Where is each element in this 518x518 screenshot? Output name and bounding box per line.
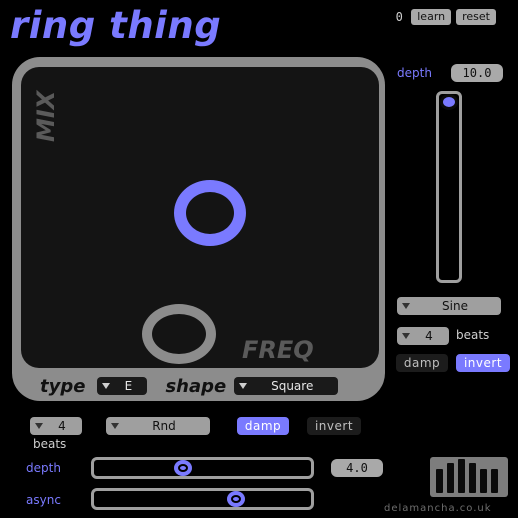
right-invert-toggle[interactable]: invert xyxy=(456,354,510,372)
waveform-dropdown[interactable]: Sine xyxy=(397,297,501,315)
right-damp-toggle[interactable]: damp xyxy=(396,354,448,372)
reset-button[interactable]: reset xyxy=(456,9,496,25)
chevron-down-icon xyxy=(102,383,111,389)
freq-axis-label: FREQ xyxy=(242,336,314,364)
pad-footer: type E shape Square xyxy=(40,375,339,397)
bottom-invert-toggle[interactable]: invert xyxy=(307,417,361,435)
chevron-down-icon xyxy=(35,423,43,429)
bottom-depth-value-box[interactable]: 4.0 xyxy=(331,459,383,477)
credit-text: delamancha.co.uk xyxy=(384,503,492,514)
shape-dropdown[interactable]: Square xyxy=(234,377,339,395)
chevron-down-icon xyxy=(239,383,248,389)
right-depth-value-box[interactable]: 10.0 xyxy=(451,64,503,82)
shape-label: shape xyxy=(165,375,227,397)
bottom-beats-label: beats xyxy=(33,437,67,451)
bottom-depth-label: depth xyxy=(26,461,61,475)
async-label: async xyxy=(26,493,61,507)
chevron-down-icon xyxy=(402,333,410,339)
right-beats-value: 4 xyxy=(425,329,433,343)
bottom-beats-dropdown[interactable]: 4 xyxy=(30,417,82,435)
waveform-dropdown-value: Sine xyxy=(442,299,468,313)
type-dropdown-value: E xyxy=(124,379,133,393)
top-toolbar: 0 learn reset xyxy=(392,9,496,25)
async-slider-knob[interactable] xyxy=(227,491,246,507)
async-slider[interactable] xyxy=(91,488,314,510)
shape-dropdown-value: Square xyxy=(271,379,314,393)
type-label: type xyxy=(40,375,86,397)
bottom-depth-slider[interactable] xyxy=(91,457,314,479)
ring-handle-secondary[interactable] xyxy=(142,304,216,364)
chevron-down-icon xyxy=(402,303,410,309)
right-beats-label: beats xyxy=(456,328,490,342)
right-depth-label: depth xyxy=(397,66,432,80)
app-title: ring thing xyxy=(10,4,222,47)
bottom-damp-toggle[interactable]: damp xyxy=(237,417,289,435)
right-depth-slider[interactable] xyxy=(436,91,462,283)
chevron-down-icon xyxy=(111,423,119,429)
delamancha-logo xyxy=(430,457,508,497)
learn-counter: 0 xyxy=(395,10,403,24)
mode-dropdown[interactable]: Rnd xyxy=(106,417,210,435)
learn-button[interactable]: learn xyxy=(411,9,452,25)
ring-handle-primary[interactable] xyxy=(174,180,246,246)
right-beats-dropdown[interactable]: 4 xyxy=(397,327,449,345)
mode-dropdown-value: Rnd xyxy=(152,419,176,433)
bottom-depth-slider-knob[interactable] xyxy=(173,460,192,476)
right-depth-slider-knob[interactable] xyxy=(440,94,458,110)
bottom-beats-value: 4 xyxy=(58,419,66,433)
type-dropdown[interactable]: E xyxy=(97,377,148,395)
mix-axis-label: MIX xyxy=(32,90,60,142)
